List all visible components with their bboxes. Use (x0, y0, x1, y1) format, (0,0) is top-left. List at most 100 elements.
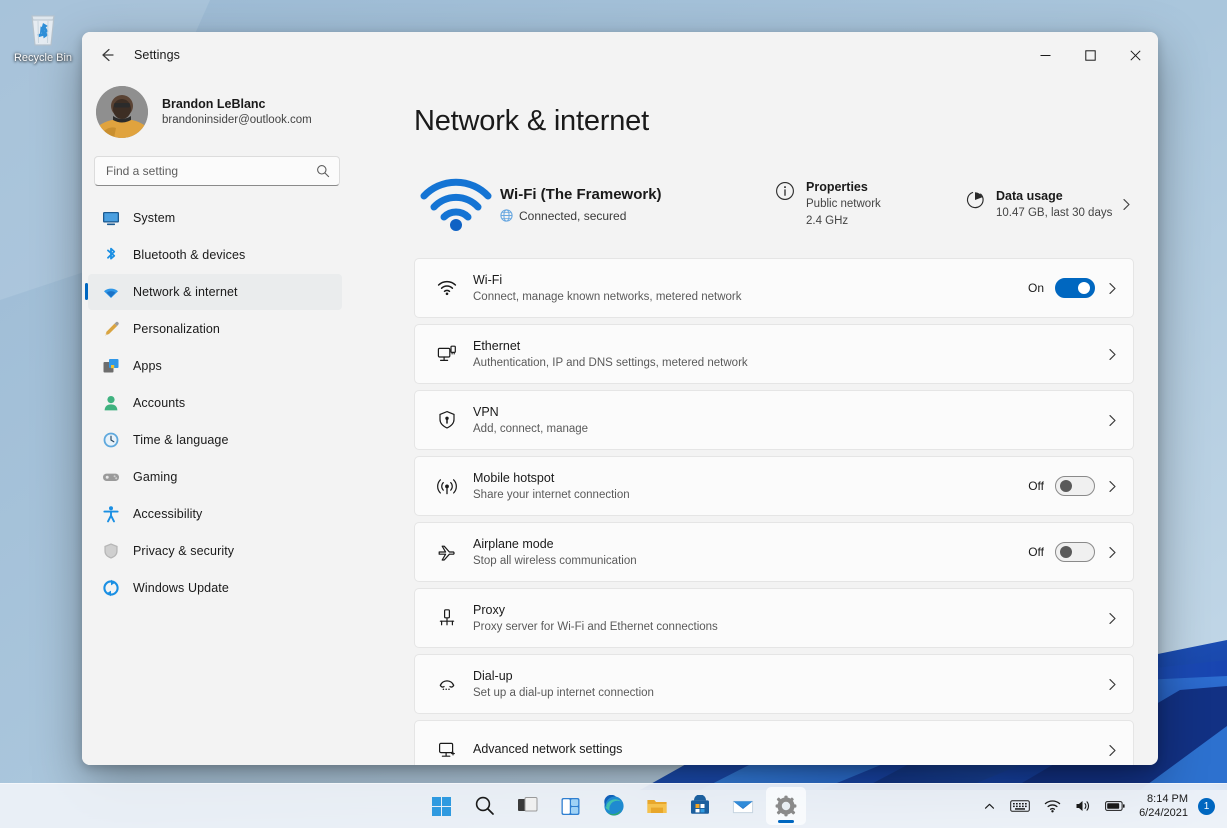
sidebar-item-label: Privacy & security (133, 544, 235, 558)
search-box[interactable] (94, 156, 340, 186)
volume-icon[interactable] (1069, 789, 1097, 823)
mail-icon (732, 795, 754, 817)
pie-chart-icon (962, 190, 988, 210)
settings-row-advanced-network-settings[interactable]: Advanced network settings (414, 720, 1134, 765)
chevron-right-icon[interactable] (1106, 678, 1119, 691)
sidebar-item-time-language[interactable]: Time & language (88, 422, 342, 458)
settings-row-airplane-mode[interactable]: Airplane mode Stop all wireless communica… (414, 522, 1134, 582)
sidebar-item-accessibility[interactable]: Accessibility (88, 496, 342, 532)
toggle-wi-fi[interactable] (1055, 278, 1095, 298)
sidebar-item-windows-update[interactable]: Windows Update (88, 570, 342, 606)
keyboard-layout-icon[interactable] (1004, 789, 1036, 823)
settings-row-text: Advanced network settings (473, 741, 1106, 759)
settings-row-text: Dial-up Set up a dial-up internet connect… (473, 668, 1106, 701)
toggle-state-label: On (1027, 281, 1044, 295)
chevron-right-icon[interactable] (1106, 282, 1119, 295)
sidebar-nav: System Bluetooth & devices Network & inter… (82, 200, 342, 606)
chevron-right-icon[interactable] (1106, 744, 1119, 757)
clock[interactable]: 8:14 PM 6/24/2021 (1133, 789, 1196, 823)
chevron-right-icon[interactable] (1106, 480, 1119, 493)
sidebar-item-personalization[interactable]: Personalization (88, 311, 342, 347)
dialup-icon (431, 674, 463, 694)
settings-button[interactable] (765, 787, 806, 825)
network-icon (102, 283, 120, 301)
info-icon (772, 181, 798, 201)
settings-row-desc: Connect, manage known networks, metered … (473, 290, 742, 303)
clock-time: 8:14 PM (1147, 793, 1188, 805)
wifi-signal-icon (414, 176, 498, 232)
sidebar-item-apps[interactable]: Apps (88, 348, 342, 384)
settings-row-text: Wi-Fi Connect, manage known networks, met… (473, 272, 1028, 305)
settings-row-title: Advanced network settings (473, 742, 623, 756)
search-button[interactable] (465, 787, 505, 825)
globe-icon (500, 209, 513, 222)
edge-button[interactable] (594, 787, 634, 825)
hero-network-status: Connected, secured (500, 209, 772, 223)
microsoft-store-button[interactable] (680, 787, 720, 825)
settings-row-wi-fi[interactable]: Wi-Fi Connect, manage known networks, met… (414, 258, 1134, 318)
window-title: Settings (134, 48, 180, 62)
notification-badge[interactable]: 1 (1198, 797, 1215, 815)
toggle-airplane-mode[interactable] (1055, 542, 1095, 562)
toggle-mobile-hotspot[interactable] (1055, 476, 1095, 496)
battery-icon[interactable] (1099, 789, 1131, 823)
widgets-icon (560, 796, 581, 817)
start-button[interactable] (422, 787, 462, 825)
data-usage-block[interactable]: Data usage 10.47 GB, last 30 days (962, 188, 1114, 221)
wifi-tray-icon[interactable] (1038, 789, 1067, 823)
settings-row-proxy[interactable]: Proxy Proxy server for Wi-Fi and Ethernet… (414, 588, 1134, 648)
desktop: Recycle Bin Settings Brandon LeBlanc bra… (0, 0, 1227, 828)
file-explorer-icon (646, 795, 668, 817)
settings-row-dial-up[interactable]: Dial-up Set up a dial-up internet connect… (414, 654, 1134, 714)
settings-row-controls (1106, 744, 1119, 757)
widgets-button[interactable] (551, 787, 591, 825)
properties-text: Properties Public network 2.4 GHz (806, 179, 881, 229)
chevron-right-icon[interactable] (1106, 414, 1119, 427)
settings-row-title: Airplane mode (473, 536, 554, 551)
edge-icon (603, 795, 625, 817)
file-explorer-button[interactable] (637, 787, 677, 825)
close-button[interactable] (1113, 32, 1158, 78)
settings-row-title: Ethernet (473, 338, 521, 353)
account-card[interactable]: Brandon LeBlanc brandoninsider@outlook.c… (82, 78, 342, 138)
mail-button[interactable] (723, 787, 763, 825)
settings-row-desc: Stop all wireless communication (473, 554, 637, 567)
settings-row-mobile-hotspot[interactable]: Mobile hotspot Share your internet connec… (414, 456, 1134, 516)
settings-row-text: Mobile hotspot Share your internet connec… (473, 470, 1028, 503)
search-input[interactable] (106, 164, 316, 178)
settings-card-list: Wi-Fi Connect, manage known networks, met… (414, 258, 1134, 765)
data-usage-line1: 10.47 GB, last 30 days (996, 206, 1113, 219)
proxy-icon (431, 608, 463, 628)
time-language-icon (102, 431, 120, 449)
recycle-bin-label: Recycle Bin (13, 52, 73, 64)
settings-row-controls (1106, 678, 1119, 691)
sidebar-item-network-internet[interactable]: Network & internet (85, 274, 342, 310)
settings-row-title: Dial-up (473, 668, 513, 683)
privacy-security-icon (102, 542, 120, 560)
sidebar-item-system[interactable]: System (88, 200, 342, 236)
chevron-right-icon[interactable] (1106, 546, 1119, 559)
sidebar-item-accounts[interactable]: Accounts (88, 385, 342, 421)
chevron-right-icon[interactable] (1114, 198, 1138, 211)
maximize-button[interactable] (1068, 32, 1113, 78)
window-body: Brandon LeBlanc brandoninsider@outlook.c… (82, 78, 1158, 765)
back-button[interactable] (91, 39, 123, 71)
properties-block[interactable]: Properties Public network 2.4 GHz (772, 179, 962, 229)
sidebar-item-label: Windows Update (133, 581, 229, 595)
minimize-button[interactable] (1023, 32, 1068, 78)
sidebar-item-bluetooth-devices[interactable]: Bluetooth & devices (88, 237, 342, 273)
sidebar-item-label: System (133, 211, 176, 225)
desktop-icon-recycle-bin[interactable]: Recycle Bin (6, 6, 80, 64)
chevron-right-icon[interactable] (1106, 612, 1119, 625)
chevron-right-icon[interactable] (1106, 348, 1119, 361)
sidebar-item-label: Network & internet (133, 285, 238, 299)
task-view-icon (517, 795, 539, 817)
taskbar: 8:14 PM 6/24/2021 1 (0, 783, 1227, 828)
sidebar-item-gaming[interactable]: Gaming (88, 459, 342, 495)
sidebar-item-privacy-security[interactable]: Privacy & security (88, 533, 342, 569)
settings-row-ethernet[interactable]: Ethernet Authentication, IP and DNS setti… (414, 324, 1134, 384)
settings-row-vpn[interactable]: VPN Add, connect, manage (414, 390, 1134, 450)
task-view-button[interactable] (508, 787, 548, 825)
network-status-hero: Wi-Fi (The Framework) Connected, secured… (414, 166, 1158, 242)
show-hidden-icons-icon[interactable] (977, 789, 1002, 823)
